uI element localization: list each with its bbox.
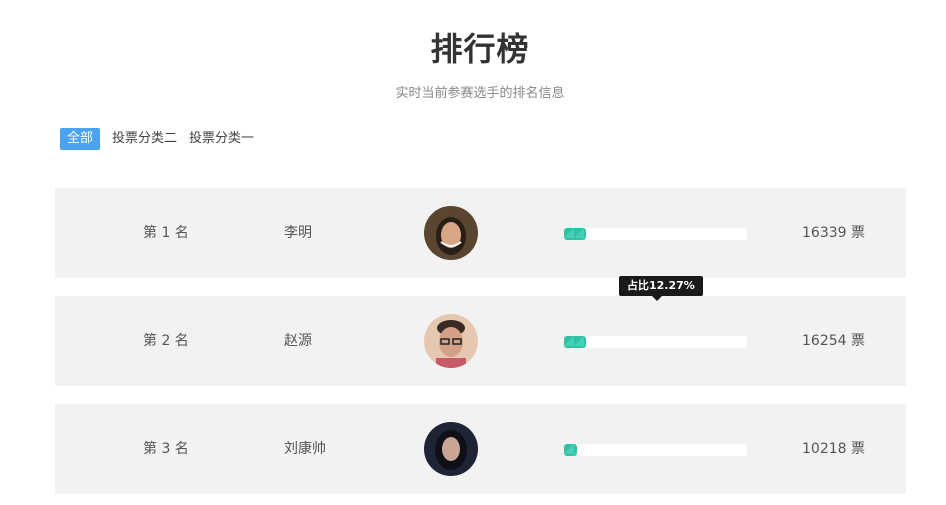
contestant-name: 赵源 [284, 333, 312, 349]
rank-label: 第 1 名 [143, 225, 189, 241]
page-subtitle: 实时当前参赛选手的排名信息 [395, 86, 565, 101]
rank-label: 第 3 名 [143, 441, 189, 457]
tab-all[interactable]: 全部 [60, 128, 101, 150]
vote-share-fill [564, 228, 587, 240]
avatar[interactable] [424, 206, 478, 260]
vote-share-fill [564, 336, 587, 348]
avatar[interactable] [424, 422, 478, 476]
ranking-row-2: 第 2 名 赵源 占比12.27% 16254 票 [55, 276, 906, 386]
vote-count: 16339 票 [802, 225, 865, 241]
vote-share-bar[interactable] [564, 444, 747, 456]
contestant-name: 李明 [284, 225, 312, 241]
ranking-row-1: 第 1 名 李明 16339 票 [55, 188, 906, 278]
ranking-row-3: 第 3 名 刘康帅 10218 票 [55, 404, 906, 494]
tab-category-two[interactable]: 投票分类二 [112, 128, 177, 150]
vote-share-bar[interactable] [564, 336, 747, 348]
vote-count: 16254 票 [802, 333, 865, 349]
vote-share-bar[interactable] [564, 228, 747, 240]
tab-category-one[interactable]: 投票分类一 [189, 128, 254, 150]
rank-label: 第 2 名 [143, 333, 189, 349]
vote-share-fill [564, 444, 577, 456]
vote-count: 10218 票 [802, 441, 865, 457]
vote-share-tooltip: 占比12.27% [619, 276, 703, 301]
avatar[interactable] [424, 314, 478, 368]
category-tabs: 全部 投票分类二 投票分类一 [60, 128, 254, 150]
page-title: 排行榜 [430, 30, 530, 68]
contestant-name: 刘康帅 [284, 441, 326, 457]
